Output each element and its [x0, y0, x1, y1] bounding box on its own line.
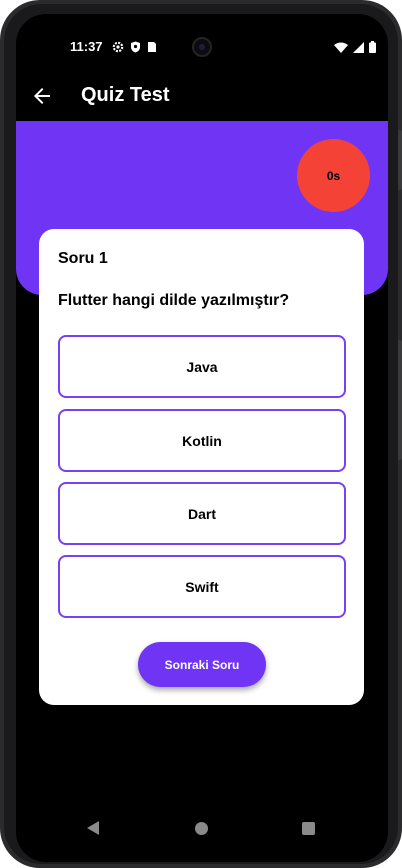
- status-bar: 11:37: [16, 36, 388, 58]
- status-time: 11:37: [70, 39, 103, 54]
- question-text: Flutter hangi dilde yazılmıştır?: [58, 292, 290, 309]
- answer-option-dart[interactable]: Dart: [58, 482, 346, 545]
- answer-option-kotlin[interactable]: Kotlin: [58, 409, 346, 472]
- app-title: Quiz Test: [81, 84, 170, 106]
- phone-frame: 11:37 Quiz Test 0s Soru 1 Flutter hangi …: [0, 0, 402, 868]
- answer-option-label: Dart: [187, 505, 216, 522]
- nav-home-icon[interactable]: [195, 822, 208, 835]
- timer-badge: 0s: [297, 139, 370, 212]
- next-question-button[interactable]: Sonraki Soru: [138, 642, 266, 687]
- status-icons-right: [334, 40, 376, 58]
- back-arrow-icon[interactable]: [30, 84, 54, 108]
- timer-label: 0s: [326, 168, 341, 183]
- nav-back-icon[interactable]: [87, 821, 99, 835]
- answer-option-label: Kotlin: [182, 432, 222, 449]
- answer-option-label: Java: [186, 358, 218, 375]
- sim-card-icon: [147, 40, 157, 58]
- screen: 11:37 Quiz Test 0s Soru 1 Flutter hangi …: [16, 14, 388, 862]
- question-card: Soru 1 Flutter hangi dilde yazılmıştır? …: [39, 229, 364, 705]
- system-nav-bar: [16, 814, 388, 844]
- status-icons-left: [112, 40, 157, 58]
- nav-recents-icon[interactable]: [302, 822, 315, 835]
- signal-icon: [353, 40, 364, 58]
- gear-icon: [112, 40, 124, 58]
- answer-option-java[interactable]: Java: [58, 335, 346, 398]
- side-button: [398, 130, 402, 190]
- answer-option-swift[interactable]: Swift: [58, 555, 346, 618]
- app-bar: Quiz Test: [16, 74, 388, 118]
- phone-bezel: 11:37 Quiz Test 0s Soru 1 Flutter hangi …: [4, 4, 398, 864]
- next-question-label: Sonraki Soru: [164, 657, 240, 672]
- answer-option-label: Swift: [185, 578, 219, 595]
- shield-icon: [130, 40, 141, 58]
- front-camera: [192, 37, 212, 57]
- question-number: Soru 1: [58, 250, 108, 267]
- wifi-icon: [334, 40, 348, 58]
- side-button: [398, 340, 402, 460]
- battery-icon: [369, 40, 376, 58]
